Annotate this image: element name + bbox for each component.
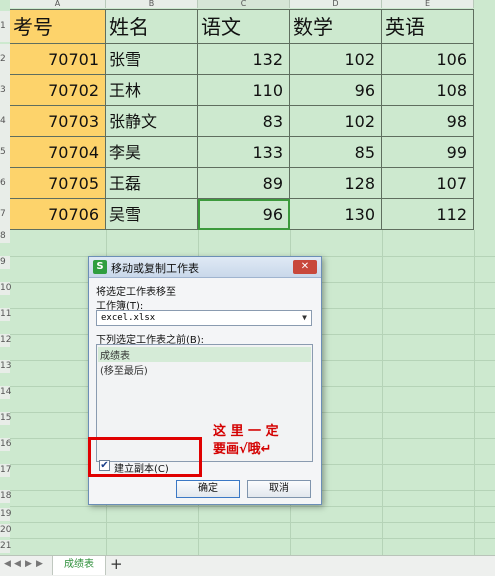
row-header-13[interactable]: 13	[0, 360, 11, 373]
row-header-4[interactable]: 4	[0, 106, 10, 137]
first-sheet-icon[interactable]: ◀	[4, 559, 11, 569]
sheet-tab-grades[interactable]: 成绩表	[52, 556, 106, 575]
gridline	[10, 506, 495, 507]
row-header-3[interactable]: 3	[0, 75, 10, 106]
cell-chinese[interactable]: 89	[198, 168, 290, 199]
sheet-tab-bar: ◀ ◀ ▶ ▶ 成绩表 +	[0, 555, 495, 576]
annotation-line-2: 要画√哦↵	[213, 442, 272, 457]
cell-id[interactable]: 70705	[10, 168, 106, 199]
cell-chinese[interactable]: 110	[198, 75, 290, 106]
row-header-12[interactable]: 12	[0, 334, 11, 347]
sheet-list-item[interactable]: (移至最后)	[100, 362, 148, 377]
gridline	[10, 522, 495, 523]
row-header-1[interactable]: 1	[0, 11, 10, 42]
header-cell-name[interactable]: 姓名	[106, 9, 198, 44]
prev-sheet-icon[interactable]: ◀	[14, 559, 21, 569]
cell-math[interactable]: 102	[290, 44, 382, 75]
row-header-20[interactable]: 20	[0, 524, 11, 537]
cell-math[interactable]: 85	[290, 137, 382, 168]
cell-chinese[interactable]: 133	[198, 137, 290, 168]
cell-chinese[interactable]: 83	[198, 106, 290, 137]
row-header-21[interactable]: 21	[0, 540, 11, 553]
column-header-d[interactable]: D	[290, 0, 382, 8]
cell-math[interactable]: 130	[290, 199, 382, 230]
cell-id[interactable]: 70702	[10, 75, 106, 106]
row-header-2[interactable]: 2	[0, 44, 10, 75]
last-sheet-icon[interactable]: ▶	[36, 559, 43, 569]
gridline	[474, 230, 475, 555]
row-header-10[interactable]: 10	[0, 282, 11, 295]
cell-english[interactable]: 112	[382, 199, 474, 230]
row-header-7[interactable]: 7	[0, 199, 10, 230]
annotation-highlight-box	[88, 437, 202, 477]
cell-name[interactable]: 王磊	[106, 168, 198, 199]
row-header-15[interactable]: 15	[0, 412, 11, 425]
cell-chinese[interactable]: 132	[198, 44, 290, 75]
cell-english[interactable]: 108	[382, 75, 474, 106]
sheet-list-item[interactable]: 成绩表	[98, 347, 311, 362]
cell-name[interactable]: 王林	[106, 75, 198, 106]
cell-id[interactable]: 70704	[10, 137, 106, 168]
dialog-titlebar[interactable]: S 移动或复制工作表 ✕	[89, 257, 321, 278]
cell-english[interactable]: 107	[382, 168, 474, 199]
cell-math[interactable]: 128	[290, 168, 382, 199]
header-cell-math[interactable]: 数学	[290, 9, 382, 44]
next-sheet-icon[interactable]: ▶	[25, 559, 32, 569]
gridline	[382, 230, 383, 555]
cell-id[interactable]: 70703	[10, 106, 106, 137]
row-header-16[interactable]: 16	[0, 438, 11, 451]
row-header-14[interactable]: 14	[0, 386, 11, 399]
move-to-label: 将选定工作表移至	[96, 287, 176, 298]
cell-id[interactable]: 70706	[10, 199, 106, 230]
row-header-17[interactable]: 17	[0, 464, 11, 477]
row-header-9[interactable]: 9	[0, 256, 10, 269]
workbook-select[interactable]: excel.xlsx ▼	[96, 310, 312, 326]
cell-english[interactable]: 99	[382, 137, 474, 168]
dialog-title: 移动或复制工作表	[111, 262, 199, 275]
close-button[interactable]: ✕	[293, 260, 317, 274]
cell-english[interactable]: 98	[382, 106, 474, 137]
cell-name[interactable]: 李昊	[106, 137, 198, 168]
row-header-11[interactable]: 11	[0, 308, 11, 321]
cell-name[interactable]: 张雪	[106, 44, 198, 75]
annotation-line-1: 这 里 一 定	[213, 424, 279, 439]
wps-spreadsheet-icon: S	[93, 260, 107, 274]
row-header-5[interactable]: 5	[0, 137, 10, 168]
column-header-c[interactable]: C	[198, 0, 290, 8]
row-header-8[interactable]: 8	[0, 230, 10, 243]
header-cell-english[interactable]: 英语	[382, 9, 474, 44]
cell-math[interactable]: 102	[290, 106, 382, 137]
cell-name[interactable]: 张静文	[106, 106, 198, 137]
header-cell-id[interactable]: 考号	[10, 9, 106, 44]
cancel-button[interactable]: 取消	[247, 480, 311, 498]
column-header-a[interactable]: A	[10, 0, 106, 8]
header-cell-chinese[interactable]: 语文	[198, 9, 290, 44]
add-sheet-icon[interactable]: +	[110, 555, 123, 573]
row-header-19[interactable]: 19	[0, 508, 11, 521]
selected-cell[interactable]: 96	[198, 199, 290, 230]
cell-math[interactable]: 96	[290, 75, 382, 106]
row-header-6[interactable]: 6	[0, 168, 10, 199]
ok-button[interactable]: 确定	[176, 480, 240, 498]
column-header-b[interactable]: B	[106, 0, 198, 8]
row-header-18[interactable]: 18	[0, 490, 11, 503]
column-header-e[interactable]: E	[382, 0, 474, 8]
cell-english[interactable]: 106	[382, 44, 474, 75]
workbook-select-value: excel.xlsx	[101, 313, 156, 323]
cell-name[interactable]: 吴雪	[106, 199, 198, 230]
cell-id[interactable]: 70701	[10, 44, 106, 75]
gridline	[10, 538, 495, 539]
chevron-down-icon[interactable]: ▼	[302, 311, 307, 325]
